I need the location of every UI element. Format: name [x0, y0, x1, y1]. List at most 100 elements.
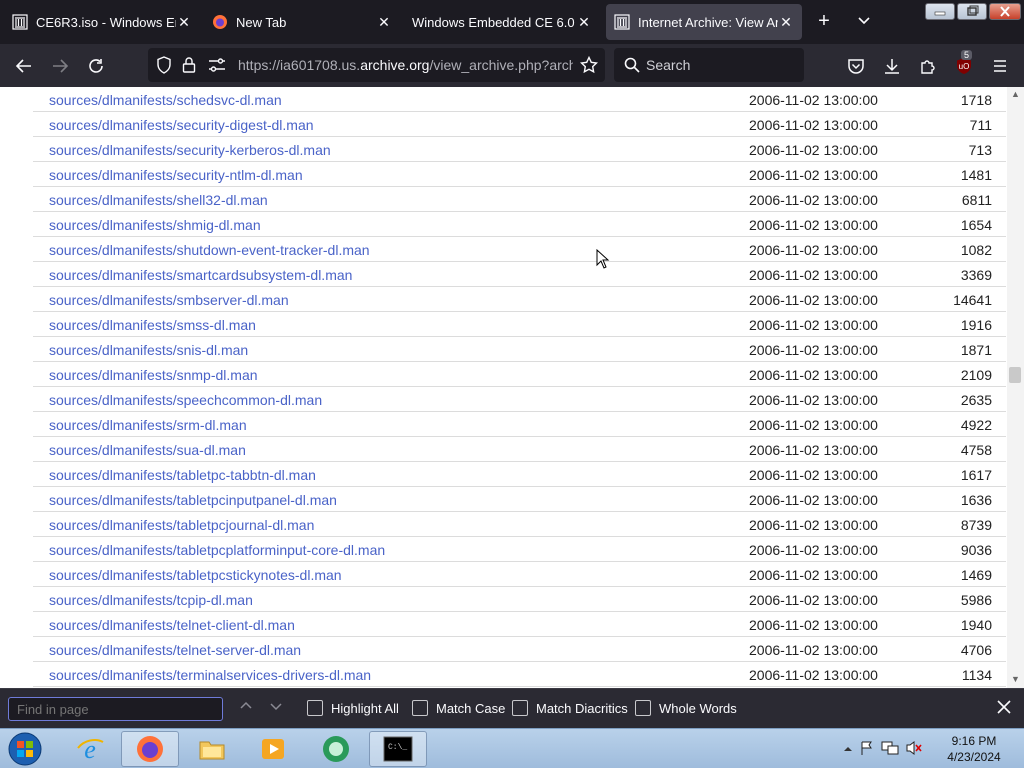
downloads-button[interactable] — [878, 52, 906, 80]
file-size: 8739 — [960, 517, 992, 533]
shield-icon[interactable] — [156, 56, 172, 77]
highlight-all-checkbox[interactable]: Highlight All — [307, 700, 399, 716]
action-center-flag-icon[interactable] — [859, 740, 875, 759]
file-date: 2006-11-02 13:00:00 — [749, 517, 878, 533]
file-link[interactable]: sources/dlmanifests/security-digest-dl.m… — [49, 117, 314, 133]
table-row: sources/dlmanifests/shutdown-event-track… — [33, 237, 1006, 262]
file-link[interactable]: sources/dlmanifests/tabletpc-tabbtn-dl.m… — [49, 467, 316, 483]
checkbox-box[interactable] — [307, 700, 323, 716]
tab-ce6r3-iso[interactable]: CE6R3.iso - Windows Embe ✕ — [4, 4, 200, 40]
volume-muted-icon[interactable] — [905, 740, 923, 759]
match-diacritics-label: Match Diacritics — [536, 700, 628, 716]
find-next-button[interactable] — [266, 699, 286, 719]
file-link[interactable]: sources/dlmanifests/snmp-dl.man — [49, 367, 258, 383]
whole-words-checkbox[interactable]: Whole Words — [635, 700, 737, 716]
url-domain: archive.org — [360, 57, 430, 73]
minimize-button[interactable] — [925, 3, 955, 20]
maximize-button[interactable] — [957, 3, 987, 20]
permissions-icon[interactable] — [208, 57, 226, 76]
scroll-down-arrow[interactable]: ▼ — [1010, 674, 1021, 685]
find-previous-button[interactable] — [236, 699, 256, 719]
close-icon[interactable]: ✕ — [376, 14, 392, 31]
close-icon[interactable]: ✕ — [778, 14, 794, 31]
url-bar[interactable]: https://ia601708.us.archive.org/view_arc… — [148, 48, 605, 82]
highlight-all-label: Highlight All — [331, 700, 399, 716]
file-link[interactable]: sources/dlmanifests/tabletpcinputpanel-d… — [49, 492, 337, 508]
table-row: sources/dlmanifests/tabletpcinputpanel-d… — [33, 487, 1006, 512]
system-clock[interactable]: 9:16 PM 4/23/2024 — [938, 733, 1010, 765]
file-link[interactable]: sources/dlmanifests/telnet-client-dl.man — [49, 617, 295, 633]
start-button[interactable] — [4, 731, 46, 767]
url-prefix: https://ia601708.us. — [238, 57, 361, 73]
command-prompt-icon: C:\_ — [383, 736, 413, 762]
close-window-button[interactable] — [989, 3, 1021, 20]
close-icon[interactable]: ✕ — [176, 14, 192, 31]
tab-internet-archive[interactable]: Internet Archive: View Arch ✕ — [606, 4, 802, 40]
scrollbar-thumb[interactable] — [1009, 367, 1021, 383]
close-icon[interactable]: ✕ — [576, 14, 592, 31]
file-date: 2006-11-02 13:00:00 — [749, 317, 878, 333]
file-link[interactable]: sources/dlmanifests/smbserver-dl.man — [49, 292, 289, 308]
checkbox-box[interactable] — [635, 700, 651, 716]
windows-logo-icon — [8, 732, 42, 766]
table-row: sources/dlmanifests/shell32-dl.man 2006-1… — [33, 187, 1006, 212]
taskbar-media-player[interactable] — [244, 731, 302, 767]
match-diacritics-checkbox[interactable]: Match Diacritics — [512, 700, 628, 716]
network-icon[interactable] — [881, 740, 899, 759]
file-link[interactable]: sources/dlmanifests/schedsvc-dl.man — [49, 92, 282, 108]
list-all-tabs-button[interactable] — [852, 10, 876, 34]
bookmark-star-icon[interactable] — [579, 55, 599, 77]
file-size: 1082 — [960, 242, 992, 258]
menu-button[interactable] — [986, 52, 1014, 80]
url-text[interactable]: https://ia601708.us.archive.org/view_arc… — [238, 57, 573, 73]
show-hidden-icons-arrow[interactable] — [843, 742, 853, 757]
file-link[interactable]: sources/dlmanifests/sua-dl.man — [49, 442, 246, 458]
vertical-scrollbar[interactable]: ▲ ▼ — [1007, 87, 1024, 688]
tab-new-tab[interactable]: New Tab ✕ — [204, 4, 400, 40]
system-tray — [843, 733, 923, 765]
file-link[interactable]: sources/dlmanifests/smss-dl.man — [49, 317, 256, 333]
checkbox-box[interactable] — [512, 700, 528, 716]
file-link[interactable]: sources/dlmanifests/telnet-server-dl.man — [49, 642, 301, 658]
file-date: 2006-11-02 13:00:00 — [749, 117, 878, 133]
close-find-bar-button[interactable] — [994, 699, 1014, 719]
taskbar-command-prompt[interactable]: C:\_ — [369, 731, 427, 767]
file-link[interactable]: sources/dlmanifests/snis-dl.man — [49, 342, 248, 358]
taskbar-media-center[interactable] — [307, 731, 365, 767]
file-link[interactable]: sources/dlmanifests/shell32-dl.man — [49, 192, 268, 208]
reload-button[interactable] — [82, 52, 110, 80]
taskbar-internet-explorer[interactable]: e — [61, 731, 119, 767]
file-link[interactable]: sources/dlmanifests/tcpip-dl.man — [49, 592, 253, 608]
file-link[interactable]: sources/dlmanifests/security-ntlm-dl.man — [49, 167, 303, 183]
extensions-button[interactable] — [914, 52, 942, 80]
file-link[interactable]: sources/dlmanifests/srm-dl.man — [49, 417, 247, 433]
file-link[interactable]: sources/dlmanifests/security-kerberos-dl… — [49, 142, 331, 158]
file-link[interactable]: sources/dlmanifests/shutdown-event-track… — [49, 242, 370, 258]
checkbox-box[interactable] — [412, 700, 428, 716]
lock-icon[interactable] — [182, 56, 196, 77]
back-button[interactable] — [10, 52, 38, 80]
find-in-page-input[interactable] — [8, 697, 223, 721]
new-tab-button[interactable]: + — [812, 10, 836, 34]
file-date: 2006-11-02 13:00:00 — [749, 267, 878, 283]
file-link[interactable]: sources/dlmanifests/smartcardsubsystem-d… — [49, 267, 352, 283]
taskbar-file-explorer[interactable] — [183, 731, 241, 767]
file-size: 5986 — [960, 592, 992, 608]
file-link[interactable]: sources/dlmanifests/terminalservices-dri… — [49, 667, 371, 683]
file-link[interactable]: sources/dlmanifests/tabletpcstickynotes-… — [49, 567, 342, 583]
scroll-up-arrow[interactable]: ▲ — [1010, 89, 1021, 100]
forward-button[interactable] — [46, 52, 74, 80]
table-row: sources/dlmanifests/security-kerberos-dl… — [33, 137, 1006, 162]
clock-date: 4/23/2024 — [947, 750, 1001, 764]
puzzle-icon — [921, 60, 935, 74]
file-link[interactable]: sources/dlmanifests/tabletpcjournal-dl.m… — [49, 517, 314, 533]
pocket-button[interactable] — [842, 52, 870, 80]
file-link[interactable]: sources/dlmanifests/shmig-dl.man — [49, 217, 261, 233]
tab-windows-embedded[interactable]: Windows Embedded CE 6.0 R3 ✕ — [404, 4, 600, 40]
tab-title: CE6R3.iso - Windows Embe — [36, 14, 176, 30]
file-link[interactable]: sources/dlmanifests/tabletpcplatforminpu… — [49, 542, 385, 558]
match-case-checkbox[interactable]: Match Case — [412, 700, 505, 716]
file-link[interactable]: sources/dlmanifests/speechcommon-dl.man — [49, 392, 322, 408]
taskbar-firefox[interactable] — [121, 731, 179, 767]
search-bar[interactable]: Search — [614, 48, 804, 82]
